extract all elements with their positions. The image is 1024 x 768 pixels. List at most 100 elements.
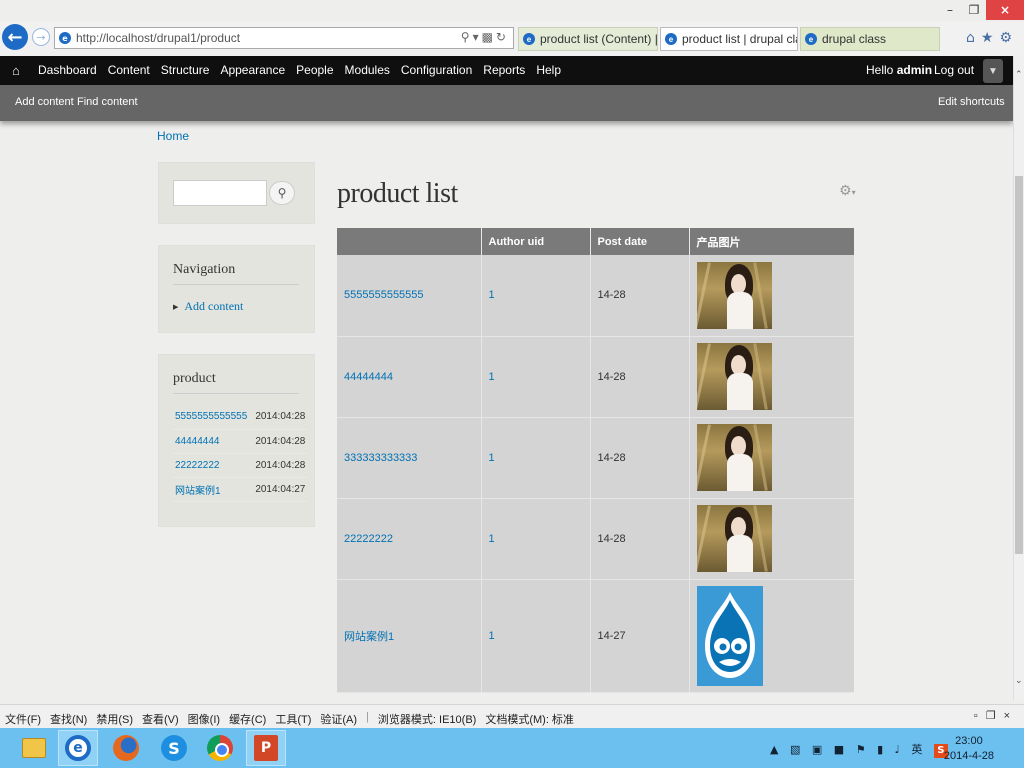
shortcut-drawer-toggle-icon[interactable]: ▼: [983, 59, 1003, 83]
address-tools-icon[interactable]: ⚲▾▩↻: [461, 30, 509, 44]
product-photo[interactable]: [696, 505, 772, 572]
product-title-link[interactable]: 333333333333: [344, 452, 417, 464]
toolbar-item-reports[interactable]: Reports: [483, 63, 525, 77]
volume-icon[interactable]: ♩: [895, 743, 904, 756]
toolbar-item-appearance[interactable]: Appearance: [220, 63, 285, 77]
scroll-down-icon[interactable]: ⌄: [1015, 676, 1023, 686]
signal-icon[interactable]: ▮: [877, 743, 887, 756]
column-header-author-uid[interactable]: Author uid: [481, 228, 591, 255]
toolbar-item-people[interactable]: People: [296, 63, 333, 77]
tab-product-list[interactable]: e product list | drupal cla... ×: [660, 27, 798, 51]
product-title-link[interactable]: 5555555555555: [344, 289, 424, 301]
taskbar-firefox[interactable]: [106, 730, 146, 766]
contextual-links-gear-icon[interactable]: ⚙▾: [839, 183, 856, 199]
toolbar-item-configuration[interactable]: Configuration: [401, 63, 472, 77]
close-window-icon[interactable]: ×: [986, 0, 1024, 20]
vertical-scrollbar[interactable]: ⌃ ⌄: [1013, 56, 1024, 700]
minimize-icon[interactable]: –: [938, 0, 962, 20]
author-uid-link[interactable]: 1: [489, 371, 495, 383]
toolbar-home-icon[interactable]: ⌂: [12, 63, 20, 78]
shortcuts-bar: Add content Find content Edit shortcuts: [0, 85, 1013, 121]
cmd-cache[interactable]: 缓存(C): [229, 711, 266, 727]
address-bar[interactable]: e http://localhost/drupal1/product ⚲▾▩↻: [54, 27, 514, 49]
usb-icon[interactable]: ▧: [790, 743, 804, 756]
product-link[interactable]: 44444444: [175, 436, 220, 447]
cmd-browser-mode[interactable]: 浏览器模式: IE10(B): [378, 711, 476, 727]
tab-drupal-class[interactable]: e drupal class: [800, 27, 940, 51]
post-date: 14-27: [590, 579, 690, 693]
breadcrumb-home[interactable]: Home: [157, 129, 189, 143]
settings-gear-icon[interactable]: ⚙: [999, 30, 1018, 46]
security-shield-icon[interactable]: ■: [834, 743, 848, 756]
taskbar-sogou-browser[interactable]: S: [154, 730, 194, 766]
firefox-icon: [113, 735, 139, 761]
author-uid-link[interactable]: 1: [489, 289, 495, 301]
cmd-document-mode[interactable]: 文档模式(M): 标准: [485, 711, 574, 727]
separator: |: [366, 711, 369, 723]
ie-tab-icon: e: [523, 33, 535, 45]
scrollbar-thumb[interactable]: [1015, 176, 1023, 554]
taskbar-chrome[interactable]: [200, 730, 240, 766]
windows-taskbar: e S P ▲ ▧ ▣ ■ ⚑ ▮ ♩ 英 S 23:00 2014-4-28: [0, 728, 1024, 768]
toolbar-item-modules[interactable]: Modules: [345, 63, 390, 77]
minimize-icon[interactable]: ▫: [974, 710, 986, 722]
product-title-link[interactable]: 22222222: [344, 533, 393, 545]
nav-add-content-link[interactable]: ▶ Add content: [173, 299, 243, 314]
taskbar-file-explorer[interactable]: [14, 730, 54, 766]
cmd-tools[interactable]: 工具(T): [275, 711, 311, 727]
ie-command-bar: 文件(F) 查找(N) 禁用(S) 查看(V) 图像(I) 缓存(C) 工具(T…: [0, 704, 1024, 728]
tab-label: product list | drupal cla...: [682, 32, 797, 46]
taskbar-clock[interactable]: 23:00 2014-4-28: [944, 734, 994, 764]
taskbar-internet-explorer[interactable]: e: [58, 730, 98, 766]
edit-shortcuts-link[interactable]: Edit shortcuts: [938, 96, 1005, 108]
close-icon[interactable]: ×: [1004, 710, 1018, 722]
product-title-link[interactable]: 网站案例1: [344, 631, 394, 643]
drupal-drop-icon: [704, 591, 755, 678]
product-link[interactable]: 网站案例1: [175, 486, 221, 497]
product-block: product 5555555555555 2014:04:28 44444444…: [158, 354, 315, 527]
cmd-view[interactable]: 查看(V): [142, 711, 179, 727]
toolbar-item-content[interactable]: Content: [108, 63, 150, 77]
tab-product-list-content[interactable]: e product list (Content) | dr...: [518, 27, 658, 51]
author-uid-link[interactable]: 1: [489, 533, 495, 545]
cmd-file[interactable]: 文件(F): [5, 711, 41, 727]
toolbar-menu: Dashboard Content Structure Appearance P…: [38, 63, 561, 77]
author-uid-link[interactable]: 1: [489, 630, 495, 642]
favorites-star-icon[interactable]: ★: [981, 30, 1000, 46]
search-button[interactable]: ⚲: [269, 181, 295, 205]
logout-link[interactable]: Log out: [934, 63, 974, 77]
column-header-post-date[interactable]: Post date: [590, 228, 690, 255]
product-title-link[interactable]: 44444444: [344, 371, 393, 383]
taskbar-powerpoint[interactable]: P: [246, 730, 286, 766]
network-app-icon[interactable]: ▣: [812, 743, 826, 756]
tray-expand-icon[interactable]: ▲: [770, 743, 782, 756]
cmd-images[interactable]: 图像(I): [188, 711, 220, 727]
shortcut-add-content[interactable]: Add content: [15, 96, 74, 108]
search-input[interactable]: [173, 180, 267, 206]
home-icon[interactable]: ⌂: [966, 30, 981, 46]
scroll-up-icon[interactable]: ⌃: [1015, 70, 1023, 80]
ime-indicator[interactable]: 英: [911, 743, 926, 756]
product-photo[interactable]: [696, 343, 772, 410]
username-link[interactable]: admin: [897, 63, 932, 77]
ie-tab-icon: e: [805, 33, 817, 45]
author-uid-link[interactable]: 1: [489, 452, 495, 464]
restore-icon[interactable]: ❐: [962, 0, 986, 20]
undock-icon[interactable]: ❐: [986, 710, 1004, 722]
back-button[interactable]: ←: [2, 24, 28, 50]
forward-button[interactable]: →: [32, 28, 50, 46]
toolbar-item-dashboard[interactable]: Dashboard: [38, 63, 97, 77]
product-link[interactable]: 22222222: [175, 460, 220, 471]
toolbar-item-help[interactable]: Help: [536, 63, 561, 77]
shortcut-find-content[interactable]: Find content: [77, 96, 138, 108]
cmd-disable[interactable]: 禁用(S): [96, 711, 133, 727]
sogou-icon: S: [161, 735, 187, 761]
product-link[interactable]: 5555555555555: [175, 411, 247, 422]
cmd-find[interactable]: 查找(N): [50, 711, 87, 727]
product-photo[interactable]: [696, 424, 772, 491]
drupal-logo-image[interactable]: [696, 585, 763, 686]
cmd-validate[interactable]: 验证(A): [320, 711, 357, 727]
flag-icon[interactable]: ⚑: [856, 743, 870, 756]
product-photo[interactable]: [696, 261, 772, 329]
toolbar-item-structure[interactable]: Structure: [161, 63, 210, 77]
